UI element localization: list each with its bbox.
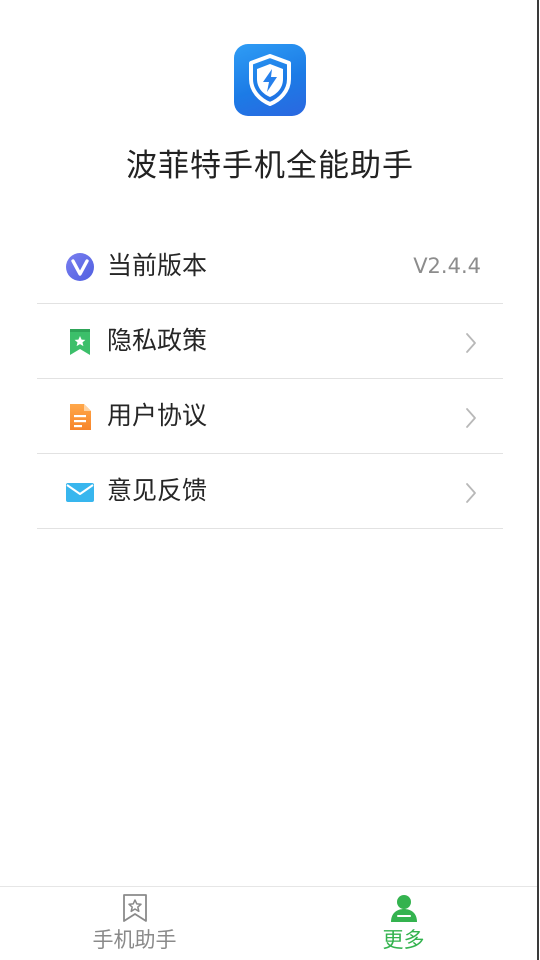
menu-item-user-agreement[interactable]: 用户协议: [37, 379, 503, 454]
envelope-icon: [66, 483, 94, 502]
shield-lightning-icon: [249, 54, 291, 106]
app-logo: [234, 44, 306, 116]
tab-label: 手机助手: [92, 928, 177, 952]
about-screen: 波菲特手机全能助手 当前版本 V2.4.4 隐私政策 用户协议 意见反馈 手机助…: [0, 0, 540, 960]
menu-item-label: 意见反馈: [107, 476, 208, 505]
bottom-nav-bar: 手机助手 更多: [0, 886, 538, 960]
tab-label: 更多: [382, 928, 425, 952]
version-value: V2.4.4: [413, 254, 481, 278]
document-icon: [70, 404, 91, 430]
chevron-right-icon: [466, 333, 476, 353]
app-title: 波菲特手机全能助手: [126, 148, 414, 184]
tab-phone-assistant[interactable]: 手机助手: [0, 887, 269, 960]
tab-more[interactable]: 更多: [269, 887, 538, 960]
settings-menu: 当前版本 V2.4.4 隐私政策 用户协议 意见反馈: [37, 229, 503, 529]
bookmark-star-icon: [70, 329, 90, 355]
menu-item-privacy-policy[interactable]: 隐私政策: [37, 304, 503, 379]
version-v-icon: [66, 253, 94, 281]
menu-item-label: 当前版本: [107, 251, 208, 280]
bookmark-star-outline-icon: [123, 894, 147, 922]
menu-item-current-version[interactable]: 当前版本 V2.4.4: [37, 229, 503, 304]
menu-item-feedback[interactable]: 意见反馈: [37, 454, 503, 529]
chevron-right-icon: [466, 408, 476, 428]
menu-item-label: 隐私政策: [107, 326, 208, 355]
user-icon: [391, 895, 417, 922]
screen-edge-divider: [537, 0, 539, 960]
menu-item-label: 用户协议: [107, 401, 208, 430]
chevron-right-icon: [466, 483, 476, 503]
